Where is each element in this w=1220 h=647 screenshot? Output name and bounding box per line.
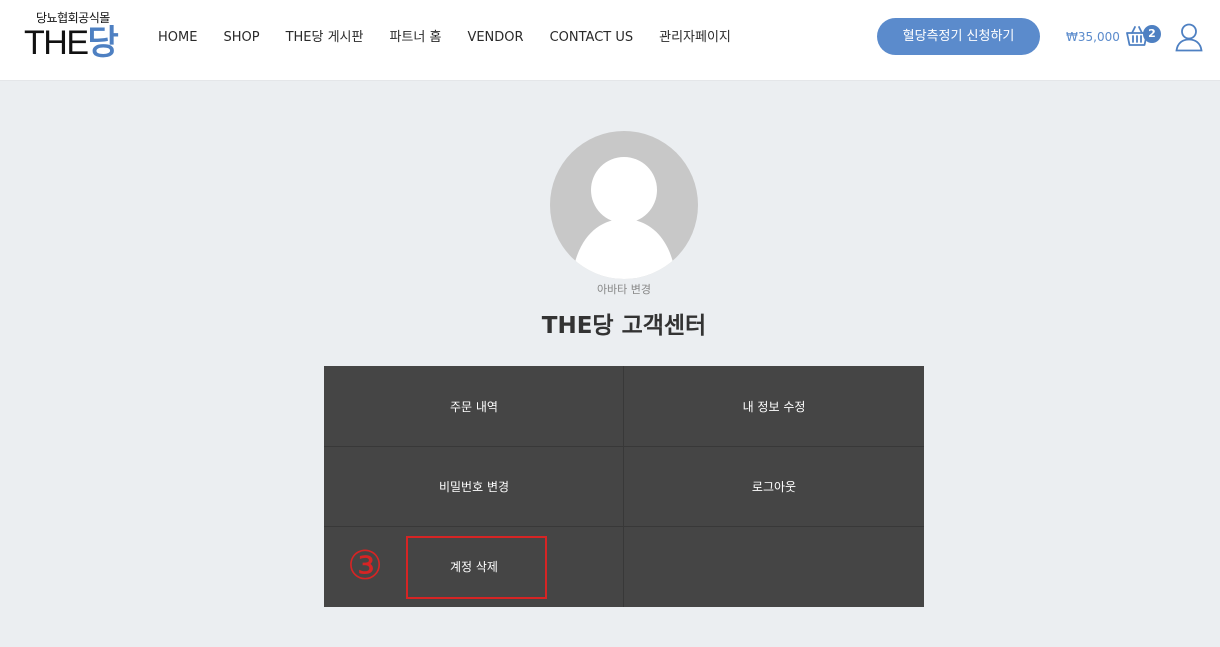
change-avatar-link[interactable]: 아바타 변경 [560, 282, 688, 298]
cart-count-badge[interactable]: 2 [1143, 25, 1161, 43]
nav-item-contact-us[interactable]: CONTACT US [550, 28, 634, 48]
nav-item-admin-page[interactable]: 관리자페이지 [659, 28, 731, 48]
order-history-button[interactable]: 주문 내역 [324, 366, 624, 446]
glucose-meter-apply-button[interactable]: 혈당측정기 신청하기 [877, 18, 1040, 55]
menu-divider-horizontal [324, 446, 924, 447]
nav-item-shop[interactable]: SHOP [223, 28, 259, 48]
menu-divider-horizontal [324, 526, 924, 527]
logo-wordmark: THE당 [24, 24, 119, 62]
user-account-icon[interactable] [1174, 22, 1204, 52]
default-avatar-icon[interactable] [550, 131, 698, 279]
account-menu-grid: 주문 내역 내 정보 수정 비밀번호 변경 로그아웃 계정 삭제 [324, 366, 924, 607]
logo-the: THE [24, 24, 89, 62]
empty-menu-cell [624, 526, 924, 607]
logout-button[interactable]: 로그아웃 [624, 446, 924, 526]
page-title: THE당 고객센터 [541, 313, 707, 339]
change-password-button[interactable]: 비밀번호 변경 [324, 446, 624, 526]
site-logo[interactable]: 당뇨협회공식몰 THE당 [24, 10, 128, 64]
nav-item-partner-home[interactable]: 파트너 홈 [389, 28, 441, 48]
step-number-marker: ③ [347, 543, 383, 589]
nav-item-board[interactable]: THE당 게시판 [286, 28, 364, 48]
cart-total[interactable]: ₩35,000 [1066, 28, 1120, 46]
menu-divider-vertical [623, 366, 624, 607]
edit-my-info-button[interactable]: 내 정보 수정 [624, 366, 924, 446]
nav-item-vendor[interactable]: VENDOR [467, 28, 523, 48]
site-header: 당뇨협회공식몰 THE당 HOME SHOP THE당 게시판 파트너 홈 VE… [0, 0, 1220, 81]
main-nav: HOME SHOP THE당 게시판 파트너 홈 VENDOR CONTACT … [158, 28, 757, 48]
nav-item-home[interactable]: HOME [158, 28, 197, 48]
logo-dang: 당 [87, 24, 119, 62]
